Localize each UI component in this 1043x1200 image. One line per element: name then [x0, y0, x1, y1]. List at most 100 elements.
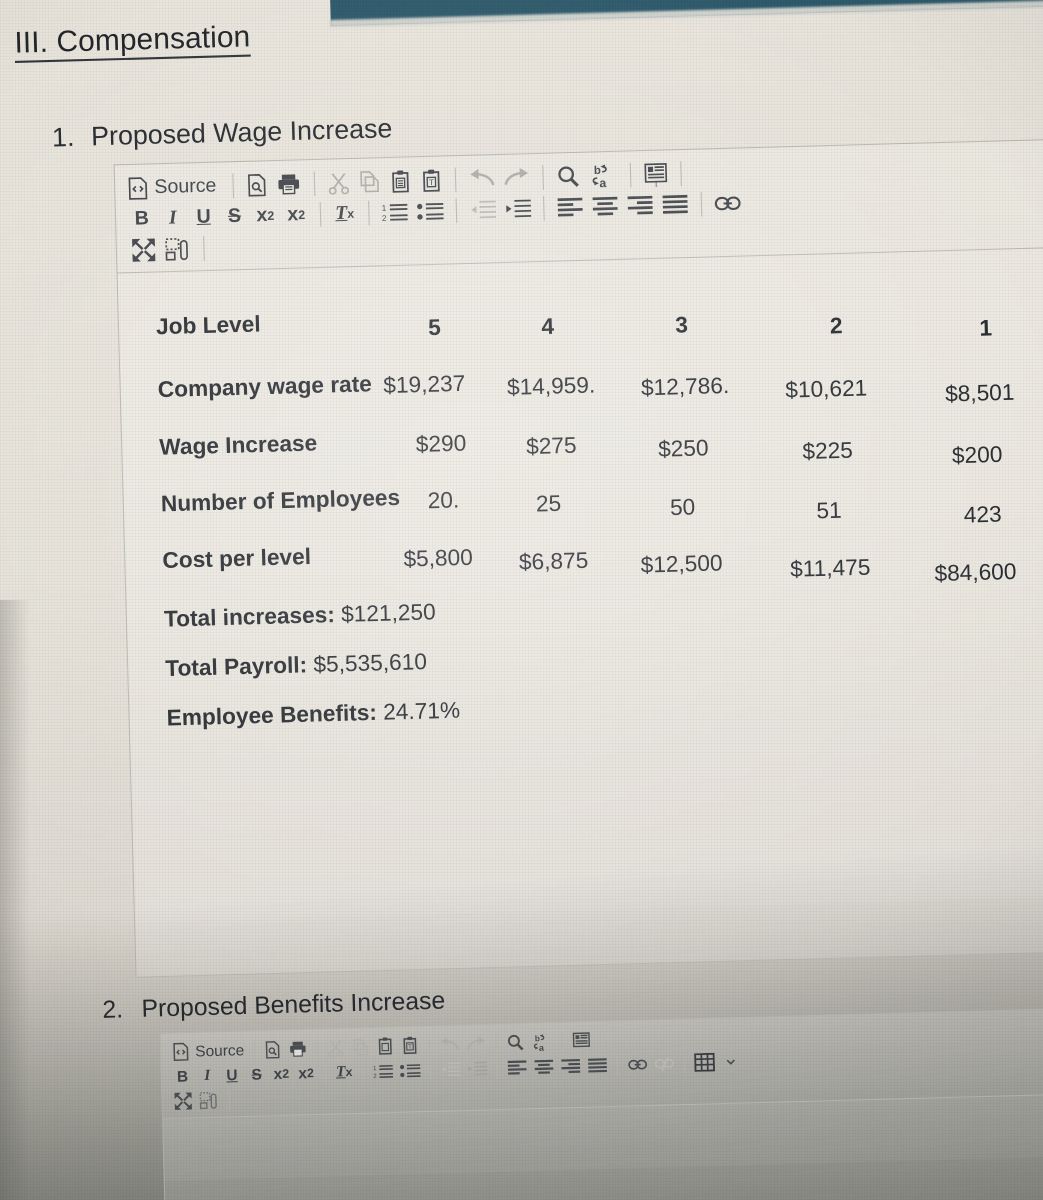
redo-button-2[interactable]	[462, 1031, 489, 1056]
remove-format-button-2[interactable]: Tx	[332, 1059, 357, 1084]
indent-button-2[interactable]	[463, 1056, 490, 1081]
table-button-2[interactable]	[691, 1050, 718, 1075]
strikethrough-button[interactable]: S	[219, 201, 251, 233]
align-center-button-2[interactable]	[530, 1054, 557, 1079]
link-button-2[interactable]	[624, 1051, 651, 1076]
cell-wage-increase-4: $275	[525, 432, 577, 460]
indent-button[interactable]	[500, 193, 536, 225]
copy-button[interactable]	[354, 166, 386, 198]
bulleted-list-button[interactable]	[412, 196, 448, 228]
subscript-button-2[interactable]: x2	[269, 1061, 294, 1086]
maximize-button[interactable]	[127, 234, 161, 266]
redo-arrow-icon	[504, 167, 529, 186]
numbered-list-icon: 1 2	[382, 204, 408, 223]
table-dropdown-arrow[interactable]	[718, 1049, 743, 1074]
italic-button-2[interactable]: I	[195, 1063, 220, 1088]
replace-button-2[interactable]: b a	[527, 1029, 555, 1054]
align-right-icon	[627, 195, 653, 215]
preview-button-2[interactable]	[260, 1037, 285, 1062]
unlink-button-2[interactable]	[651, 1051, 678, 1076]
align-right-button-2[interactable]	[557, 1053, 584, 1078]
source-button-2[interactable]: Source	[169, 1038, 247, 1065]
item-2-title: Proposed Benefits Increase	[141, 986, 446, 1023]
justify-button-2[interactable]	[584, 1053, 611, 1078]
italic-button[interactable]: I	[157, 203, 189, 235]
show-blocks-button-2[interactable]	[195, 1088, 222, 1113]
copy-button-2[interactable]	[348, 1034, 373, 1059]
undo-arrow-icon	[440, 1036, 459, 1050]
link-button[interactable]	[710, 187, 746, 219]
employee-benefits-line: Employee Benefits: 24.71%	[166, 697, 460, 732]
row-label-number-of-employees: Number of Employees	[160, 484, 401, 517]
remove-format-label-2: T	[335, 1063, 346, 1081]
select-all-button[interactable]: I	[639, 159, 673, 191]
align-right-button[interactable]	[622, 190, 658, 222]
table-icon	[694, 1052, 716, 1072]
superscript-button-2[interactable]: x2	[293, 1060, 318, 1085]
toolbar-separator	[203, 236, 205, 261]
print-button-2[interactable]	[285, 1036, 310, 1061]
preview-icon	[265, 1040, 280, 1059]
toolbar-separator	[455, 198, 458, 224]
bold-button[interactable]: B	[126, 203, 158, 235]
superscript-index: 2	[298, 207, 306, 223]
print-icon	[289, 1041, 306, 1057]
cell-wage-increase-1: $200	[951, 441, 1003, 469]
wysiwyg-editor-1[interactable]: Source T b a I B I U S x 2 x 2 T x 1 2 J…	[113, 138, 1043, 978]
find-button-2[interactable]	[502, 1030, 527, 1055]
toolbar-separator	[319, 202, 322, 227]
outdent-button[interactable]	[465, 194, 501, 226]
editor-1-content-area[interactable]: Job Level 5 4 3 2 1 Company wage rate $1…	[117, 248, 1043, 923]
cut-button-2[interactable]	[323, 1035, 348, 1060]
cell-cost-per-level-1: $84,600	[934, 558, 1017, 587]
show-blocks-button[interactable]	[160, 233, 196, 265]
outdent-button-2[interactable]	[437, 1057, 464, 1082]
underline-button-2[interactable]: U	[219, 1062, 244, 1087]
toolbar-separator	[543, 196, 545, 221]
strikethrough-button-2[interactable]: S	[244, 1062, 269, 1087]
cut-button[interactable]	[323, 167, 355, 199]
copy-icon	[360, 171, 380, 193]
bold-button-2[interactable]: B	[170, 1064, 195, 1089]
redo-button[interactable]	[499, 162, 535, 194]
photo-left-shadow	[0, 600, 30, 1200]
toolbar-separator	[561, 1031, 563, 1052]
toolbar-separator	[316, 1038, 318, 1058]
redo-arrow-icon	[466, 1036, 485, 1049]
undo-button-2[interactable]	[435, 1032, 462, 1057]
replace-button[interactable]: b a	[585, 160, 623, 192]
preview-icon	[248, 174, 266, 197]
superscript-button[interactable]: x2	[280, 199, 312, 231]
justify-button[interactable]	[657, 189, 693, 221]
paste-as-text-button-2[interactable]: T	[397, 1033, 422, 1058]
unlink-icon	[654, 1056, 674, 1071]
paste-as-text-button[interactable]: T	[416, 165, 448, 197]
print-button[interactable]	[273, 168, 307, 200]
toolbar-separator	[428, 1035, 430, 1055]
scissors-icon	[328, 1039, 344, 1057]
cell-number-of-employees-5: 20.	[427, 486, 460, 514]
wysiwyg-editor-2[interactable]: Source T b a B I U S x 2 x 2 T x 1 2	[159, 1007, 1043, 1200]
source-button[interactable]: Source	[125, 171, 225, 205]
maximize-button-2[interactable]	[171, 1088, 196, 1113]
bulleted-list-button-2[interactable]	[396, 1058, 423, 1083]
align-left-button[interactable]	[552, 192, 588, 224]
preview-button[interactable]	[242, 169, 274, 201]
toolbar-separator	[495, 1033, 497, 1054]
numbered-list-button[interactable]: 1 2	[377, 196, 413, 228]
cell-number-of-employees-3: 50	[669, 493, 696, 521]
replace-icon: b a	[533, 1034, 545, 1052]
align-center-button[interactable]	[587, 191, 623, 223]
show-blocks-icon	[199, 1092, 217, 1110]
remove-format-button[interactable]: Tx	[329, 198, 361, 230]
numbered-list-button-2[interactable]: 1 2	[370, 1058, 397, 1083]
align-left-button-2[interactable]	[503, 1055, 530, 1080]
select-all-button-2[interactable]	[568, 1028, 593, 1053]
paste-button[interactable]	[385, 165, 417, 197]
underline-button[interactable]: U	[188, 202, 220, 234]
subscript-button[interactable]: x2	[250, 200, 282, 232]
find-button[interactable]	[552, 161, 586, 193]
undo-button[interactable]	[464, 163, 500, 195]
paste-button-2[interactable]	[373, 1034, 398, 1059]
replace-from: b	[594, 165, 601, 177]
